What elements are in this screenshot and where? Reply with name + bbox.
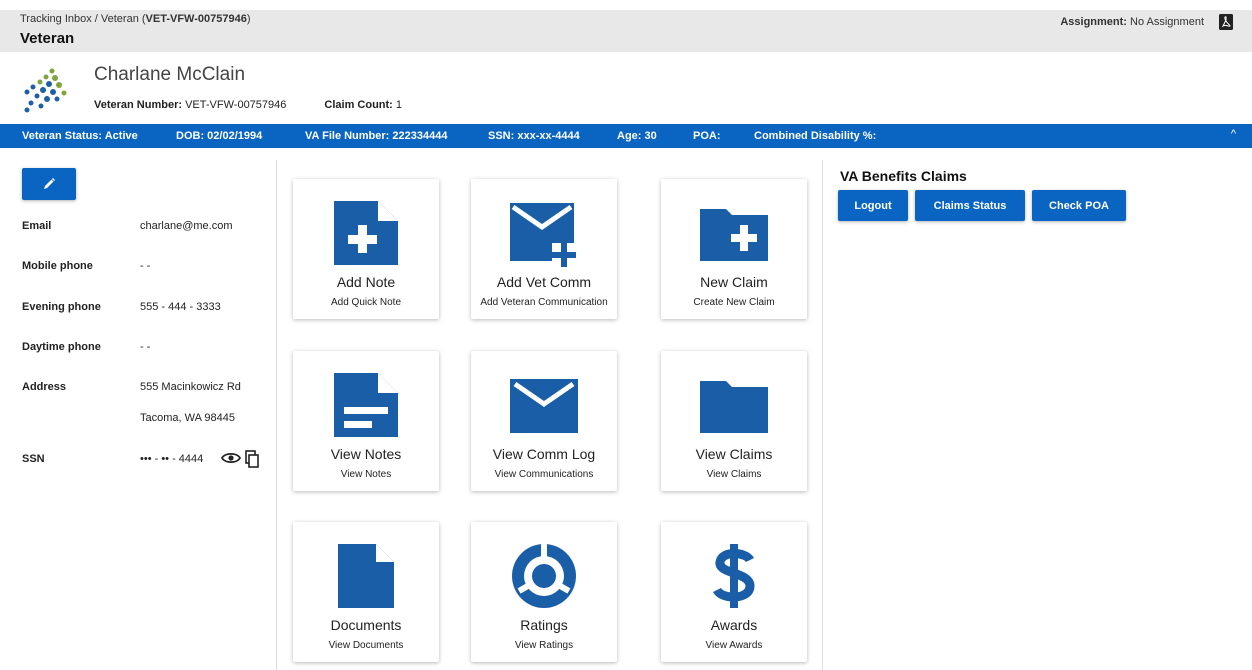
tile-ratings[interactable]: Ratings View Ratings	[471, 522, 617, 662]
check-poa-button[interactable]: Check POA	[1032, 190, 1126, 221]
pencil-icon	[44, 178, 55, 189]
tile-view-claims[interactable]: View Claims View Claims	[661, 351, 807, 491]
veteran-status-bar: Veteran Status: Active DOB: 02/02/1994 V…	[0, 124, 1252, 148]
tile-documents[interactable]: Documents View Documents	[293, 522, 439, 662]
pdf-icon[interactable]	[1218, 13, 1234, 31]
tile-subtitle: Add Quick Note	[330, 297, 402, 308]
claims-panel-title: VA Benefits Claims	[840, 168, 967, 184]
eye-icon[interactable]	[221, 451, 241, 465]
tile-add-vet-comm[interactable]: Add Vet Comm Add Veteran Communication	[471, 179, 617, 319]
tile-subtitle: View Documents	[328, 640, 404, 651]
tile-title: Ratings	[520, 617, 568, 633]
address-line1: 555 Macinkowicz Rd	[140, 381, 241, 393]
tile-subtitle: Add Veteran Communication	[480, 297, 608, 308]
tile-title: Documents	[330, 617, 402, 633]
folder-icon	[700, 381, 768, 433]
tile-title: Awards	[710, 617, 758, 633]
claim-count-value: 1	[395, 99, 403, 111]
claim-count-label: Claim Count:	[324, 99, 393, 111]
veteran-number-label: Veteran Number:	[94, 99, 183, 111]
collapse-chevron-icon[interactable]: ^	[1231, 128, 1236, 140]
email-label: Email	[22, 220, 52, 232]
age: Age: 30	[617, 130, 657, 142]
left-divider	[276, 160, 277, 670]
va-file-number: VA File Number: 222334444	[305, 130, 448, 142]
tile-title: View Claims	[695, 446, 773, 462]
email-value: charlane@me.com	[140, 220, 233, 232]
evening-phone-label: Evening phone	[22, 301, 101, 313]
veteran-meta: Veteran Number: VET-VFW-00757946 Claim Co…	[94, 99, 402, 111]
claims-status-button[interactable]: Claims Status	[915, 190, 1025, 221]
new-folder-icon	[700, 209, 768, 261]
tile-subtitle: View Claims	[706, 469, 762, 480]
tile-view-comm-log[interactable]: View Comm Log View Communications	[471, 351, 617, 491]
veteran-header: Charlane McClain Veteran Number: VET-VFW…	[0, 52, 1252, 124]
daytime-phone-value: - -	[140, 341, 151, 353]
evening-phone-value: 555 - 444 - 3333	[140, 301, 221, 313]
tile-title: New Claim	[700, 274, 768, 290]
breadcrumb: Tracking Inbox / Veteran (VET-VFW-007579…	[20, 13, 251, 25]
ssn-masked: SSN: xxx-xx-4444	[488, 130, 580, 142]
poa: POA:	[693, 130, 721, 142]
tile-subtitle: View Ratings	[514, 640, 574, 651]
tile-awards[interactable]: Awards View Awards	[661, 522, 807, 662]
mobile-phone-label: Mobile phone	[22, 260, 93, 272]
ssn-label: SSN	[22, 453, 45, 465]
ssn-value: ••• - •• - 4444	[140, 453, 204, 465]
tile-title: View Comm Log	[492, 446, 596, 462]
add-mail-icon	[510, 203, 576, 267]
tile-new-claim[interactable]: New Claim Create New Claim	[661, 179, 807, 319]
tile-subtitle: View Communications	[494, 469, 594, 480]
tile-title: Add Vet Comm	[496, 274, 592, 290]
tile-title: View Notes	[330, 446, 402, 462]
address-label: Address	[22, 381, 67, 393]
mail-icon	[510, 379, 578, 433]
contact-panel: Email charlane@me.com Mobile phone - - E…	[0, 148, 276, 670]
breadcrumb-suffix: )	[246, 13, 251, 25]
assignment-label: Assignment:	[1060, 16, 1127, 28]
edit-button[interactable]	[22, 168, 76, 200]
logout-button[interactable]: Logout	[838, 190, 908, 221]
tile-subtitle: Create New Claim	[693, 297, 775, 308]
organization-logo-icon	[24, 68, 67, 113]
address-line2: Tacoma, WA 98445	[140, 412, 235, 424]
veteran-name: Charlane McClain	[94, 64, 246, 85]
daytime-phone-label: Daytime phone	[22, 341, 101, 353]
dob: DOB: 02/02/1994	[176, 130, 263, 142]
document-icon	[338, 544, 394, 608]
tile-view-notes[interactable]: View Notes View Notes	[293, 351, 439, 491]
tile-subtitle: View Notes	[340, 469, 392, 480]
notes-icon	[334, 373, 398, 437]
tile-subtitle: View Awards	[705, 640, 763, 651]
copy-icon[interactable]	[245, 450, 259, 468]
dollar-icon	[712, 544, 755, 608]
tile-add-note[interactable]: Add Note Add Quick Note	[293, 179, 439, 319]
top-bar: Tracking Inbox / Veteran (VET-VFW-007579…	[0, 0, 1252, 52]
mobile-phone-value: - -	[140, 260, 151, 272]
combined-disability: Combined Disability %:	[754, 130, 877, 142]
breadcrumb-prefix[interactable]: Tracking Inbox / Veteran (	[20, 13, 146, 25]
breadcrumb-veteran-id: VET-VFW-00757946	[145, 13, 247, 25]
assignment: Assignment: No Assignment	[1060, 16, 1204, 28]
tile-title: Add Note	[336, 274, 396, 290]
assignment-value: No Assignment	[1130, 16, 1204, 28]
add-note-icon	[334, 201, 398, 265]
veteran-status: Veteran Status: Active	[22, 130, 138, 142]
ratings-icon	[512, 542, 576, 608]
page-title: Veteran	[20, 30, 75, 47]
veteran-number-value: VET-VFW-00757946	[185, 99, 287, 111]
right-divider	[822, 160, 823, 670]
